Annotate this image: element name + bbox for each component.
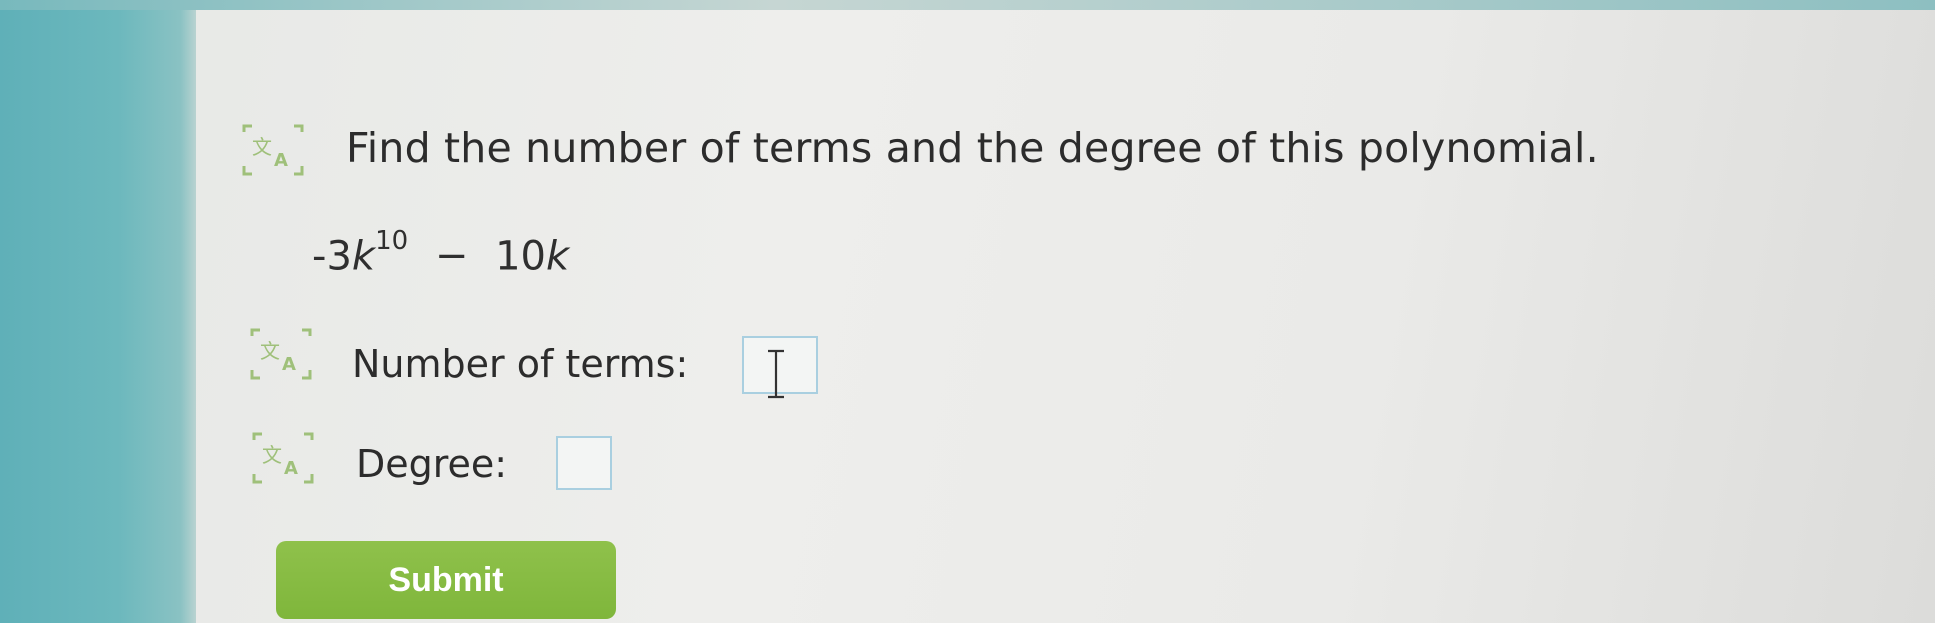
translate-icon[interactable]: 文 A [248, 430, 318, 486]
polynomial-expression: -3k10 − 10k [312, 226, 570, 280]
svg-text:A: A [284, 458, 298, 479]
question-panel: 文 A Find the number of terms and the deg… [0, 0, 1935, 623]
translate-icon-graphic: 文 A [242, 124, 304, 176]
polynomial-sign: - [312, 233, 327, 280]
translate-icon[interactable]: 文 A [246, 326, 316, 382]
polynomial-coefficient-2: 10 [495, 233, 547, 280]
submit-button[interactable]: Submit [276, 541, 616, 619]
question-text: Find the number of terms and the degree … [346, 124, 1599, 172]
svg-text:文: 文 [252, 135, 272, 159]
polynomial-coefficient-1: 3 [326, 233, 352, 280]
translate-icon[interactable]: 文 A [238, 122, 308, 178]
svg-text:A: A [282, 354, 296, 375]
translate-icon-graphic: 文 A [250, 328, 312, 380]
polynomial-variable-1: k [351, 233, 376, 280]
text-cursor-icon [765, 348, 787, 400]
degree-input[interactable] [556, 436, 612, 490]
translate-icon-graphic: 文 A [252, 432, 314, 484]
svg-text:A: A [274, 150, 288, 171]
text-cursor-graphic [768, 349, 784, 399]
degree-label: Degree: [356, 442, 508, 486]
polynomial-exponent-1: 10 [375, 226, 409, 256]
polynomial-variable-2: k [546, 233, 570, 280]
polynomial-operator: − [434, 233, 469, 280]
terms-label: Number of terms: [352, 342, 689, 386]
svg-text:文: 文 [260, 339, 280, 363]
svg-text:文: 文 [262, 443, 282, 467]
